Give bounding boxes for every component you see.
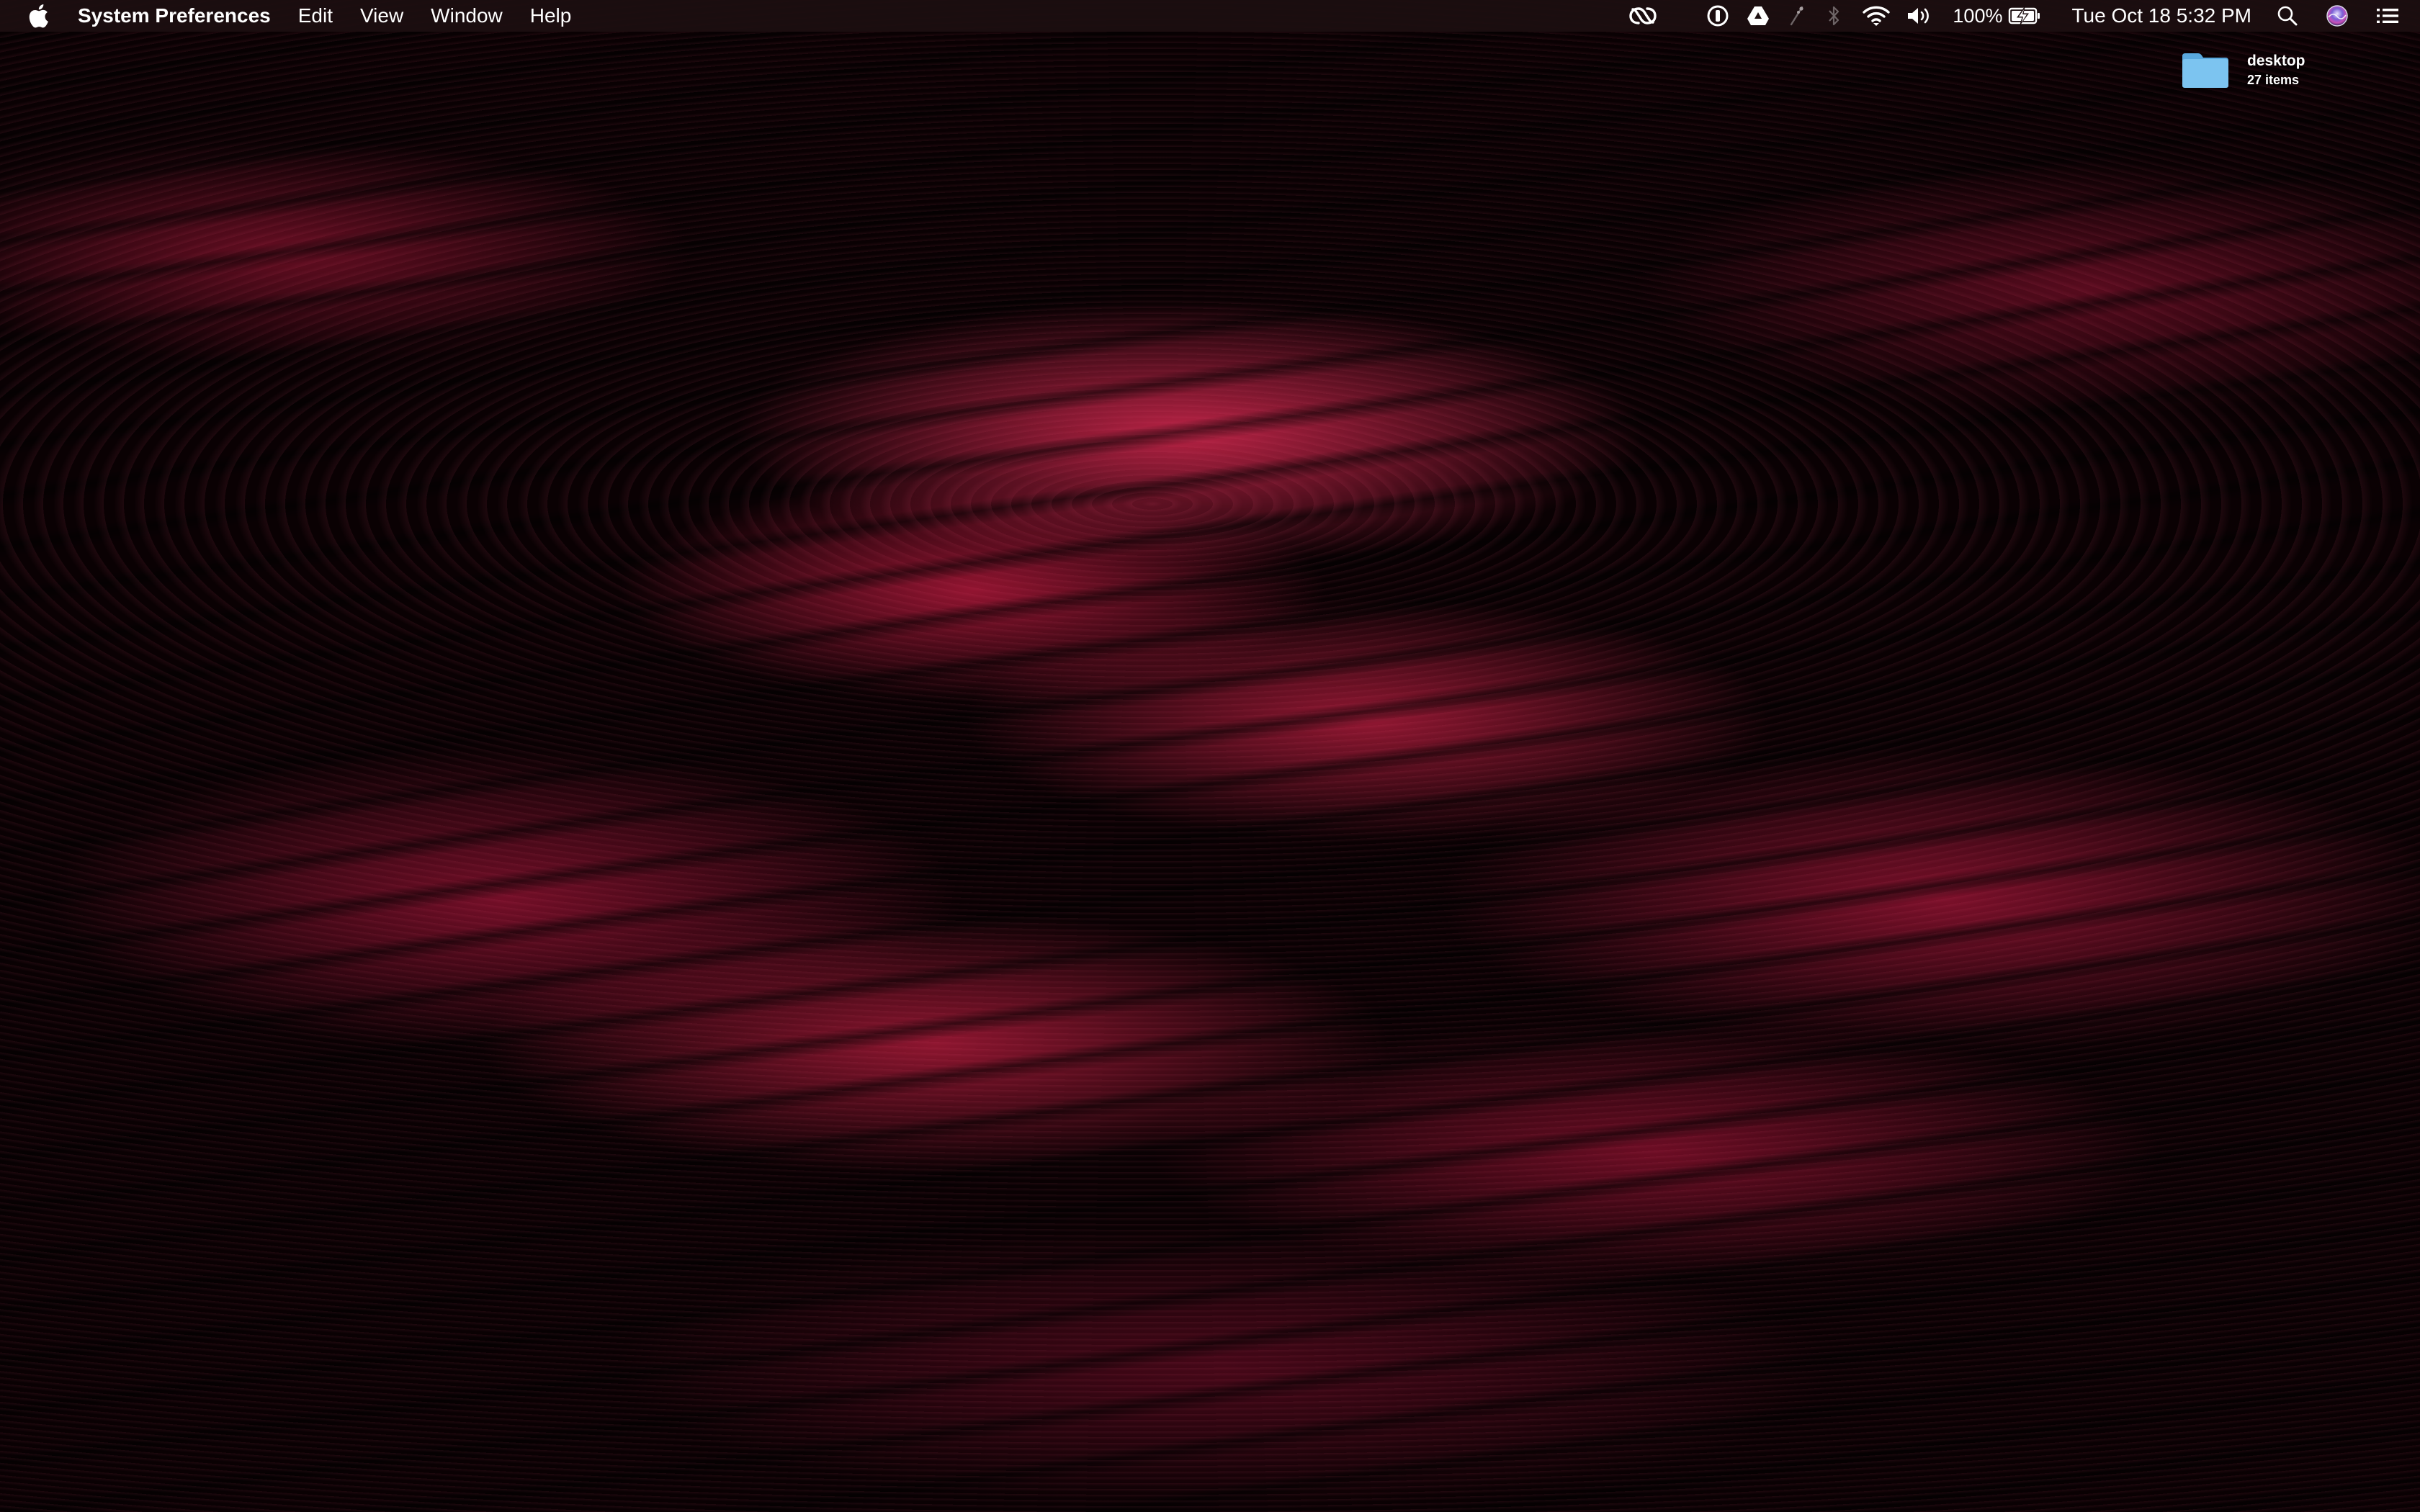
menu-help[interactable]: Help: [530, 4, 572, 27]
folder-name: desktop: [2247, 53, 2305, 69]
siri-icon[interactable]: [2325, 0, 2349, 32]
menu-view[interactable]: View: [360, 4, 403, 27]
desktop-wallpaper: [0, 0, 2420, 1512]
folder-label: desktop 27 items: [2247, 51, 2305, 89]
search-icon[interactable]: [2276, 0, 2299, 32]
menu-bar-clock[interactable]: Tue Oct 18 5:32 PM: [2071, 4, 2251, 27]
folder-item-count: 27 items: [2247, 73, 2300, 87]
volume-icon[interactable]: [1905, 0, 1934, 32]
menu-bar-status-area: 100% Tue Oct 18 5:32 PM: [1627, 0, 2420, 32]
menu-app-name[interactable]: System Preferences: [78, 4, 271, 27]
wallpaper-wave-highlights: [0, 0, 2420, 1512]
menu-bar-left: System Preferences Edit View Window Help: [0, 0, 599, 32]
battery-charging-icon[interactable]: [2008, 0, 2041, 32]
folder-icon[interactable]: [2181, 50, 2230, 89]
creative-cloud-icon[interactable]: [1627, 0, 1659, 32]
bluetooth-icon[interactable]: [1824, 0, 1843, 32]
menu-bar: System Preferences Edit View Window Help: [0, 0, 2420, 32]
script-icon[interactable]: [1785, 0, 1807, 32]
google-drive-icon[interactable]: [1745, 0, 1771, 32]
1password-icon[interactable]: [1705, 0, 1731, 32]
wifi-icon[interactable]: [1862, 0, 1891, 32]
notification-center-icon[interactable]: [2375, 0, 2400, 32]
battery-percentage[interactable]: 100%: [1953, 5, 2002, 27]
menu-edit[interactable]: Edit: [298, 4, 333, 27]
menu-window[interactable]: Window: [431, 4, 503, 27]
apple-icon[interactable]: [29, 4, 49, 28]
desktop-folder-item[interactable]: desktop 27 items: [2181, 50, 2305, 89]
